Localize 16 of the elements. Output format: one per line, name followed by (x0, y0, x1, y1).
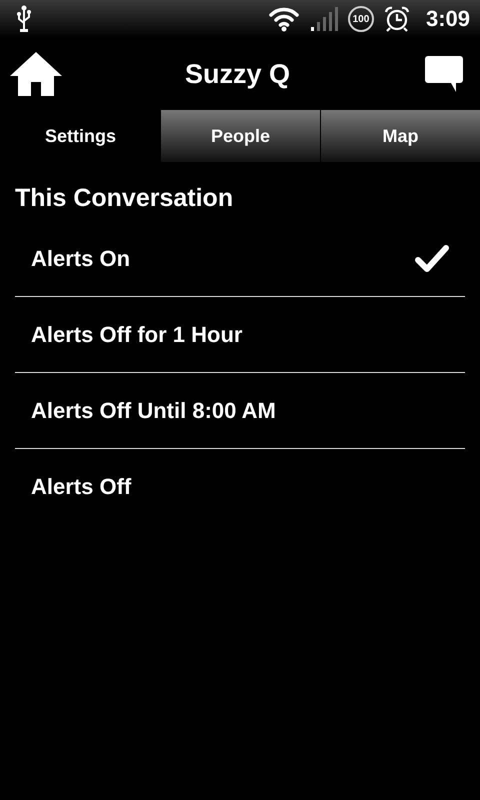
option-item[interactable]: Alerts Off for 1 Hour (15, 297, 465, 373)
signal-icon (310, 6, 338, 32)
speech-bubble-icon[interactable] (424, 54, 464, 94)
section-title: This Conversation (14, 183, 234, 214)
option-item[interactable]: Alerts On (15, 221, 465, 297)
wifi-icon (268, 6, 300, 32)
contact-name: Suzzy Q (184, 58, 292, 90)
option-item[interactable]: Alerts Off Until 8:00 AM (15, 373, 465, 449)
clock-time: 3:09 (426, 6, 470, 32)
alarm-icon (384, 6, 410, 32)
usb-icon (16, 5, 32, 33)
home-icon[interactable] (9, 50, 63, 98)
battery-level: 100 (352, 14, 370, 24)
tab[interactable]: Map (320, 110, 480, 162)
tab[interactable]: People (160, 110, 320, 162)
option-item[interactable]: Alerts Off (15, 449, 465, 524)
